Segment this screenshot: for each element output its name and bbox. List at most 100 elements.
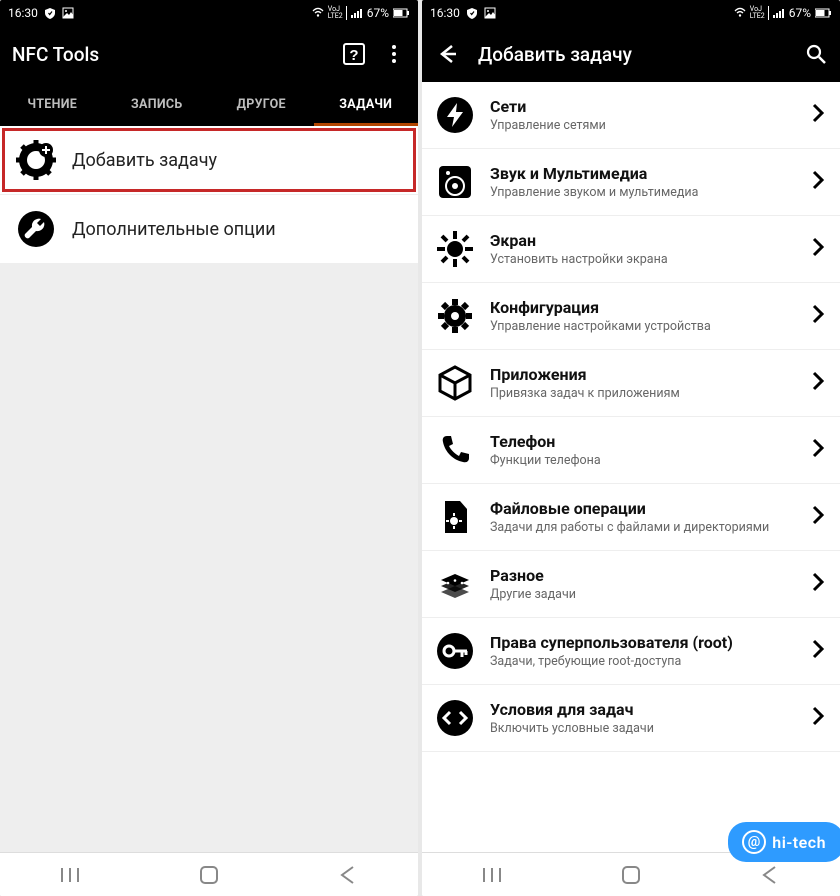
nav-recent-icon[interactable] xyxy=(481,864,503,886)
help-icon[interactable] xyxy=(342,42,366,66)
cube-icon xyxy=(434,362,476,404)
category-row[interactable]: Права суперпользователя (root) Задачи, тр… xyxy=(422,618,840,685)
category-subtitle: Другие задачи xyxy=(490,587,794,602)
chevron-right-icon xyxy=(808,504,828,530)
category-row[interactable]: Сети Управление сетями xyxy=(422,82,840,149)
lte-label: VoJLTE2 xyxy=(328,6,347,20)
list-item[interactable]: Дополнительные опции xyxy=(0,195,418,264)
item-label: Дополнительные опции xyxy=(72,219,276,240)
category-subtitle: Управление сетями xyxy=(490,118,794,133)
category-row[interactable]: Телефон Функции телефона xyxy=(422,417,840,484)
brightness-icon xyxy=(434,228,476,270)
bolt-icon xyxy=(434,94,476,136)
watermark-text: hi-tech xyxy=(772,833,826,852)
shield-icon xyxy=(44,7,56,19)
tab-2[interactable]: ДРУГОЕ xyxy=(209,82,314,126)
chevron-right-icon xyxy=(808,370,828,396)
category-row[interactable]: Условия для задач Включить условные задач… xyxy=(422,685,840,752)
category-title: Приложения xyxy=(490,365,794,384)
category-title: Звук и Мультимедиа xyxy=(490,164,794,183)
speaker-icon xyxy=(434,161,476,203)
status-time: 16:30 xyxy=(430,6,460,20)
search-icon[interactable] xyxy=(804,42,828,66)
tab-3[interactable]: ЗАДАЧИ xyxy=(314,82,419,126)
tab-label: ЧТЕНИЕ xyxy=(27,97,77,112)
signal-icon xyxy=(351,8,363,19)
left-body: Добавить задачу Дополнительные опции xyxy=(0,126,418,852)
chevron-right-icon xyxy=(808,102,828,128)
tab-label: ЗАПИСЬ xyxy=(131,97,183,112)
right-screen: 16:30 VoJLTE2 67% Добавить задачу Сети Уп… xyxy=(422,0,840,896)
tab-bar: ЧТЕНИЕ ЗАПИСЬ ДРУГОЕ ЗАДАЧИ xyxy=(0,82,418,126)
overflow-menu-icon[interactable] xyxy=(382,42,406,66)
category-row[interactable]: Звук и Мультимедиа Управление звуком и му… xyxy=(422,149,840,216)
chevron-right-icon xyxy=(808,303,828,329)
file-gear-icon xyxy=(434,496,476,538)
category-subtitle: Задачи для работы с файлами и директория… xyxy=(490,520,794,535)
chevron-right-icon xyxy=(808,571,828,597)
phone-icon xyxy=(434,429,476,471)
status-time: 16:30 xyxy=(8,6,38,20)
nav-back-icon[interactable] xyxy=(337,864,359,886)
category-subtitle: Управление настройками устройства xyxy=(490,319,794,334)
nav-recent-icon[interactable] xyxy=(59,864,81,886)
app-title: NFC Tools xyxy=(12,43,99,66)
shield-icon xyxy=(466,7,478,19)
category-title: Телефон xyxy=(490,432,794,451)
category-subtitle: Управление звуком и мультимедиа xyxy=(490,185,794,200)
item-label: Добавить задачу xyxy=(72,150,217,171)
wifi-icon xyxy=(734,7,746,19)
tab-label: ЗАДАЧИ xyxy=(339,97,392,112)
category-title: Файловые операции xyxy=(490,499,794,518)
chevron-right-icon xyxy=(808,638,828,664)
nav-back-icon[interactable] xyxy=(759,864,781,886)
nav-bar xyxy=(0,852,418,896)
tab-1[interactable]: ЗАПИСЬ xyxy=(105,82,210,126)
category-row[interactable]: Приложения Привязка задач к приложениям xyxy=(422,350,840,417)
wifi-icon xyxy=(312,7,324,19)
status-bar: 16:30 VoJLTE2 67% xyxy=(422,0,840,26)
battery-text: 67% xyxy=(367,6,389,20)
nav-home-icon[interactable] xyxy=(198,864,220,886)
battery-text: 67% xyxy=(789,6,811,20)
battery-icon xyxy=(393,7,410,19)
category-row[interactable]: Конфигурация Управление настройками устро… xyxy=(422,283,840,350)
category-title: Условия для задач xyxy=(490,700,794,719)
at-icon: @ xyxy=(742,830,766,854)
category-row[interactable]: Файловые операции Задачи для работы с фай… xyxy=(422,484,840,551)
battery-icon xyxy=(815,7,832,19)
left-screen: 16:30 VoJLTE2 67% NFC Tools ЧТЕНИЕ ЗАПИСЬ… xyxy=(0,0,418,896)
app-bar: Добавить задачу xyxy=(422,26,840,82)
category-subtitle: Включить условные задачи xyxy=(490,721,794,736)
category-subtitle: Функции телефона xyxy=(490,453,794,468)
tab-0[interactable]: ЧТЕНИЕ xyxy=(0,82,105,126)
category-subtitle: Привязка задач к приложениям xyxy=(490,386,794,401)
chevron-right-icon xyxy=(808,169,828,195)
watermark: @ hi-tech xyxy=(728,822,840,862)
category-title: Сети xyxy=(490,97,794,116)
wrench-icon xyxy=(16,209,56,249)
list-item[interactable]: Добавить задачу xyxy=(0,126,418,195)
category-row[interactable]: Экран Установить настройки экрана xyxy=(422,216,840,283)
category-title: Права суперпользователя (root) xyxy=(490,633,794,652)
right-body: Сети Управление сетями Звук и Мультимедиа У… xyxy=(422,82,840,852)
blocks-icon xyxy=(434,563,476,605)
lte-label: VoJLTE2 xyxy=(750,6,769,20)
category-row[interactable]: РазноеДругие задачи xyxy=(422,551,840,618)
app-title: Добавить задачу xyxy=(478,43,632,66)
back-icon[interactable] xyxy=(434,42,458,66)
image-icon xyxy=(62,7,74,19)
chevron-right-icon xyxy=(808,437,828,463)
category-subtitle: Задачи, требующие root-доступа xyxy=(490,654,794,669)
category-title: Экран xyxy=(490,231,794,250)
code-icon xyxy=(434,697,476,739)
signal-icon xyxy=(773,8,785,19)
category-subtitle: Установить настройки экрана xyxy=(490,252,794,267)
key-icon xyxy=(434,630,476,672)
app-bar: NFC Tools xyxy=(0,26,418,82)
gear-plus-icon xyxy=(16,140,56,180)
category-title: Конфигурация xyxy=(490,298,794,317)
gear-icon xyxy=(434,295,476,337)
nav-home-icon[interactable] xyxy=(620,864,642,886)
image-icon xyxy=(484,7,496,19)
